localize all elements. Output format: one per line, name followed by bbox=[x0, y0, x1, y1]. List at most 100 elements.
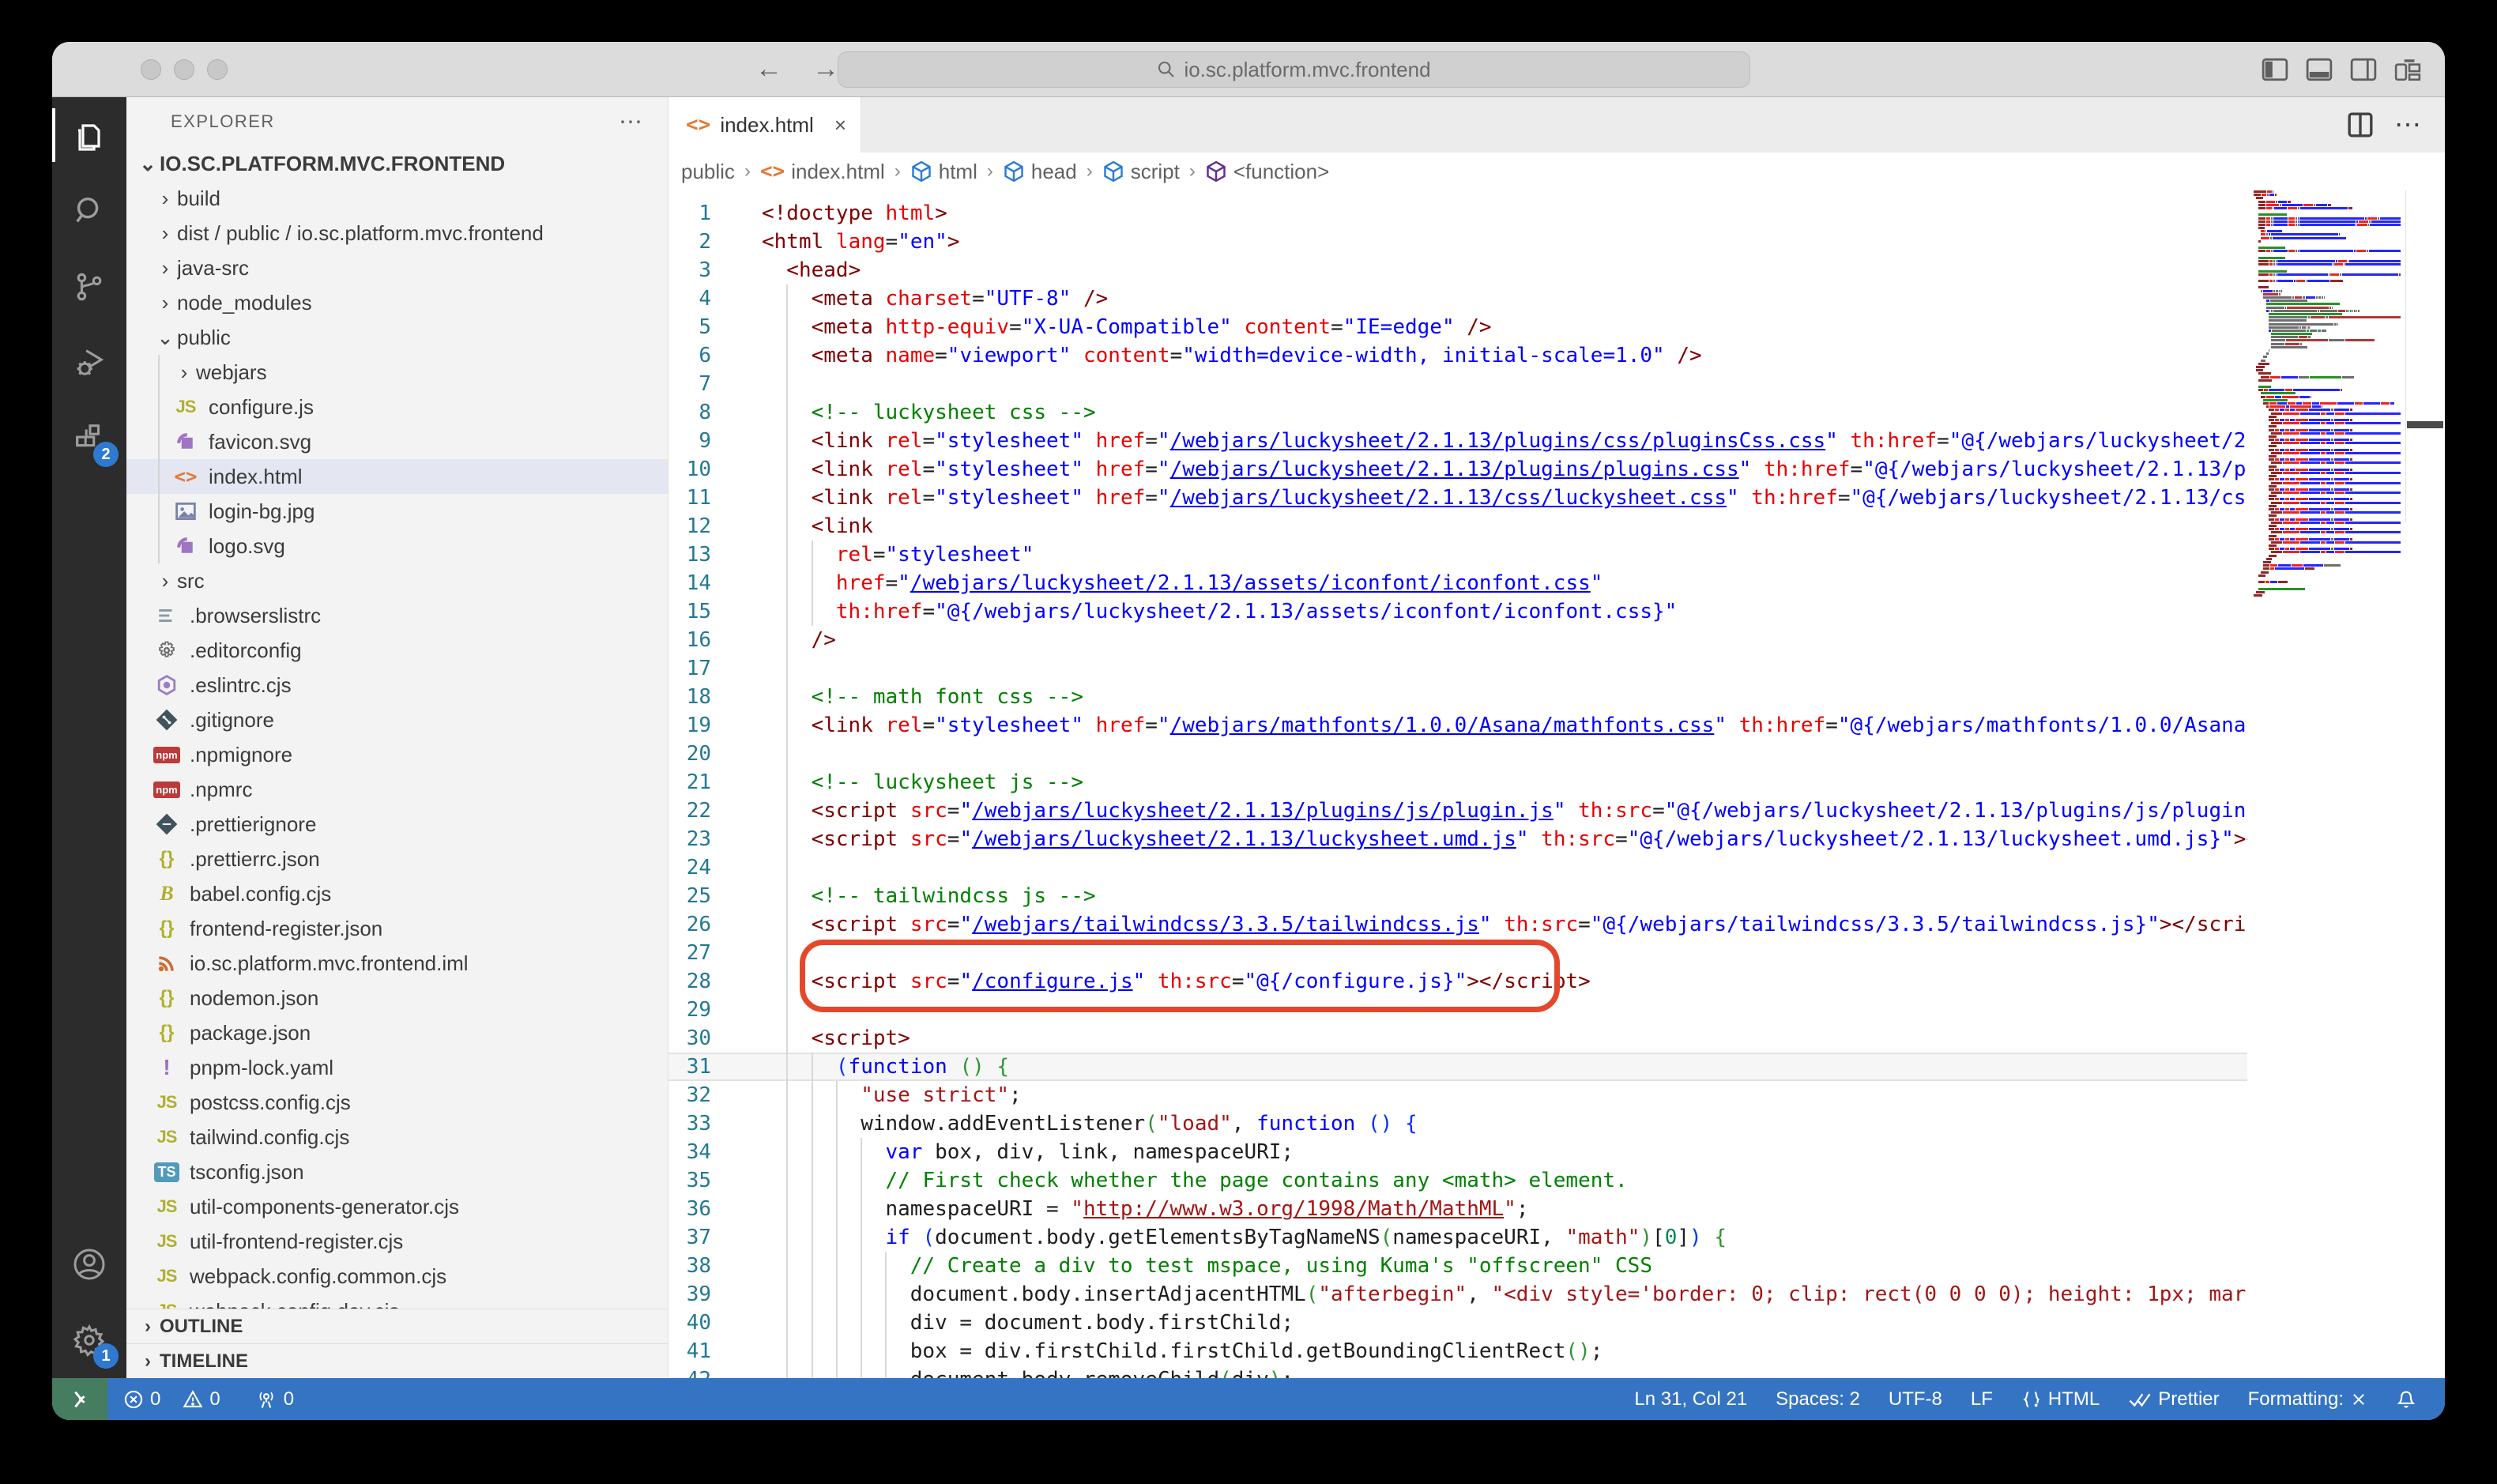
tree-item-configure.js[interactable]: JSconfigure.js bbox=[126, 390, 668, 424]
status-right-bell-icon[interactable] bbox=[2396, 1389, 2416, 1410]
tree-item-public[interactable]: ⌄public bbox=[126, 320, 668, 355]
code-line-19[interactable]: 19 <link rel="stylesheet" href="/webjars… bbox=[669, 711, 2247, 740]
code-line-28[interactable]: 28 <script src="/configure.js" th:src="@… bbox=[669, 967, 2247, 996]
code-line-36[interactable]: 36 namespaceURI = "http://www.w3.org/199… bbox=[669, 1195, 2247, 1223]
close-window-button[interactable] bbox=[141, 59, 161, 80]
code-line-39[interactable]: 39 document.body.insertAdjacentHTML("aft… bbox=[669, 1280, 2247, 1309]
tree-item-pnpm-lock.yaml[interactable]: !pnpm-lock.yaml bbox=[126, 1050, 668, 1085]
tree-item-.browserslistrc[interactable]: .browserslistrc bbox=[126, 598, 668, 633]
code-line-15[interactable]: 15 th:href="@{/webjars/luckysheet/2.1.13… bbox=[669, 597, 2247, 626]
code-line-32[interactable]: 32 "use strict"; bbox=[669, 1081, 2247, 1109]
window-controls[interactable] bbox=[141, 42, 228, 96]
tree-item-java-src[interactable]: ›java-src bbox=[126, 250, 668, 285]
code-line-23[interactable]: 23 <script src="/webjars/luckysheet/2.1.… bbox=[669, 825, 2247, 853]
code-area[interactable]: 1<!doctype html>2<html lang="en">3 <head… bbox=[669, 190, 2445, 1378]
code-line-27[interactable]: 27 bbox=[669, 939, 2247, 967]
code-line-24[interactable]: 24 bbox=[669, 853, 2247, 882]
minimap[interactable] bbox=[2247, 190, 2445, 1378]
code-line-40[interactable]: 40 div = document.body.firstChild; bbox=[669, 1309, 2247, 1337]
code-line-42[interactable]: 42 document.body.removeChild(div); bbox=[669, 1365, 2247, 1378]
code-line-4[interactable]: 4 <meta charset="UTF-8" /> bbox=[669, 284, 2247, 313]
tree-item-webjars[interactable]: ›webjars bbox=[126, 355, 668, 390]
activitybar-run-debug[interactable] bbox=[52, 325, 126, 401]
tree-item-util-components-generator.cjs[interactable]: JSutil-components-generator.cjs bbox=[126, 1189, 668, 1224]
activitybar-extensions[interactable]: 2 bbox=[52, 401, 126, 476]
tree-item-.gitignore[interactable]: .gitignore bbox=[126, 702, 668, 737]
activitybar-account[interactable] bbox=[52, 1226, 126, 1302]
tree-item-node-modules[interactable]: ›node_modules bbox=[126, 285, 668, 320]
status-right-formatting-[interactable]: Formatting: bbox=[2248, 1388, 2367, 1411]
status-right-ln-31-col-21[interactable]: Ln 31, Col 21 bbox=[1634, 1388, 1747, 1411]
code-line-37[interactable]: 37 if (document.body.getElementsByTagNam… bbox=[669, 1223, 2247, 1252]
code-line-29[interactable]: 29 bbox=[669, 996, 2247, 1024]
status-left-0[interactable]: 0 bbox=[183, 1388, 220, 1411]
customize-layout-icon[interactable] bbox=[2394, 58, 2421, 81]
tree-item-.editorconfig[interactable]: .editorconfig bbox=[126, 633, 668, 668]
code-line-9[interactable]: 9 <link rel="stylesheet" href="/webjars/… bbox=[669, 427, 2247, 455]
code-line-31[interactable]: 31 (function () { bbox=[669, 1053, 2247, 1081]
code-line-34[interactable]: 34 var box, div, link, namespaceURI; bbox=[669, 1138, 2247, 1166]
tree-item-index.html[interactable]: <>index.html bbox=[126, 459, 668, 494]
activitybar-search[interactable] bbox=[52, 173, 126, 249]
code-line-22[interactable]: 22 <script src="/webjars/luckysheet/2.1.… bbox=[669, 797, 2247, 825]
code-line-33[interactable]: 33 window.addEventListener("load", funct… bbox=[669, 1109, 2247, 1138]
tree-item-src[interactable]: ›src bbox=[126, 563, 668, 598]
explorer-actions-icon[interactable]: ⋯ bbox=[619, 108, 644, 136]
toggle-panel-icon[interactable] bbox=[2306, 58, 2333, 81]
code-line-6[interactable]: 6 <meta name="viewport" content="width=d… bbox=[669, 341, 2247, 370]
tree-item-tailwind.config.cjs[interactable]: JStailwind.config.cjs bbox=[126, 1120, 668, 1154]
tree-item-babel.config.cjs[interactable]: Bbabel.config.cjs bbox=[126, 876, 668, 911]
status-right-spaces-2[interactable]: Spaces: 2 bbox=[1776, 1388, 1860, 1411]
breadcrumb-item-head[interactable]: head bbox=[1003, 160, 1077, 184]
tree-item-nodemon.json[interactable]: {}nodemon.json bbox=[126, 981, 668, 1015]
code-line-2[interactable]: 2<html lang="en"> bbox=[669, 228, 2247, 256]
code-line-21[interactable]: 21 <!-- luckysheet js --> bbox=[669, 768, 2247, 797]
status-right-prettier[interactable]: Prettier bbox=[2128, 1388, 2219, 1411]
breadcrumb-item-script[interactable]: script bbox=[1102, 160, 1180, 184]
status-left-0[interactable]: 0 bbox=[255, 1388, 294, 1411]
tree-item-.npmrc[interactable]: npm.npmrc bbox=[126, 772, 668, 807]
activitybar-settings[interactable]: 1 bbox=[52, 1302, 126, 1378]
code-line-7[interactable]: 7 bbox=[669, 370, 2247, 398]
activitybar-source-control[interactable] bbox=[52, 249, 126, 325]
status-right-lf[interactable]: LF bbox=[1971, 1388, 1993, 1411]
tree-item-postcss.config.cjs[interactable]: JSpostcss.config.cjs bbox=[126, 1085, 668, 1120]
tree-item-build[interactable]: ›build bbox=[126, 181, 668, 216]
breadcrumb-item-html[interactable]: html bbox=[910, 160, 977, 184]
tree-item-webpack.config.common.cjs[interactable]: JSwebpack.config.common.cjs bbox=[126, 1259, 668, 1294]
breadcrumb-item-index-html[interactable]: <>index.html bbox=[760, 160, 885, 184]
code-line-26[interactable]: 26 <script src="/webjars/tailwindcss/3.3… bbox=[669, 910, 2247, 939]
code-line-10[interactable]: 10 <link rel="stylesheet" href="/webjars… bbox=[669, 455, 2247, 484]
code-line-1[interactable]: 1<!doctype html> bbox=[669, 199, 2247, 228]
tab-index-html[interactable]: <> index.html × bbox=[669, 97, 861, 153]
code-line-12[interactable]: 12 <link bbox=[669, 512, 2247, 540]
toggle-sidebar-icon[interactable] bbox=[2262, 58, 2288, 81]
code-line-14[interactable]: 14 href="/webjars/luckysheet/2.1.13/asse… bbox=[669, 569, 2247, 597]
timeline-section[interactable]: › TIMELINE bbox=[126, 1343, 668, 1378]
history-forward-icon[interactable]: → bbox=[812, 54, 839, 85]
tree-item-webpack.config.dev.cjs[interactable]: JSwebpack.config.dev.cjs bbox=[126, 1294, 668, 1309]
tree-item-.eslintrc.cjs[interactable]: .eslintrc.cjs bbox=[126, 668, 668, 702]
outline-section[interactable]: › OUTLINE bbox=[126, 1309, 668, 1343]
code-line-3[interactable]: 3 <head> bbox=[669, 256, 2247, 284]
remote-indicator[interactable] bbox=[52, 1378, 107, 1420]
activitybar-explorer[interactable] bbox=[52, 97, 126, 173]
tree-item-frontend-register.json[interactable]: {}frontend-register.json bbox=[126, 911, 668, 946]
tree-item-tsconfig.json[interactable]: TStsconfig.json bbox=[126, 1154, 668, 1189]
status-right-utf-8[interactable]: UTF-8 bbox=[1889, 1388, 1942, 1411]
tree-item-.npmignore[interactable]: npm.npmignore bbox=[126, 737, 668, 772]
tree-item-util-frontend-register.cjs[interactable]: JSutil-frontend-register.cjs bbox=[126, 1224, 668, 1259]
editor-more-actions-icon[interactable]: ⋯ bbox=[2394, 109, 2423, 141]
tree-item-logo.svg[interactable]: logo.svg bbox=[126, 529, 668, 563]
tree-item-io.sc.platform.mvc.frontend.iml[interactable]: io.sc.platform.mvc.frontend.iml bbox=[126, 946, 668, 981]
tree-root[interactable]: ⌄ IO.SC.PLATFORM.MVC.FRONTEND bbox=[126, 146, 668, 181]
close-tab-icon[interactable]: × bbox=[834, 113, 846, 137]
split-editor-icon[interactable] bbox=[2347, 111, 2374, 138]
status-right-html[interactable]: HTML bbox=[2021, 1388, 2100, 1411]
tree-item-login-bg.jpg[interactable]: login-bg.jpg bbox=[126, 494, 668, 529]
code-line-20[interactable]: 20 bbox=[669, 740, 2247, 768]
code-line-25[interactable]: 25 <!-- tailwindcss js --> bbox=[669, 882, 2247, 910]
tree-item-package.json[interactable]: {}package.json bbox=[126, 1015, 668, 1050]
breadcrumb-item-public[interactable]: public bbox=[681, 160, 735, 184]
code-line-17[interactable]: 17 bbox=[669, 654, 2247, 683]
